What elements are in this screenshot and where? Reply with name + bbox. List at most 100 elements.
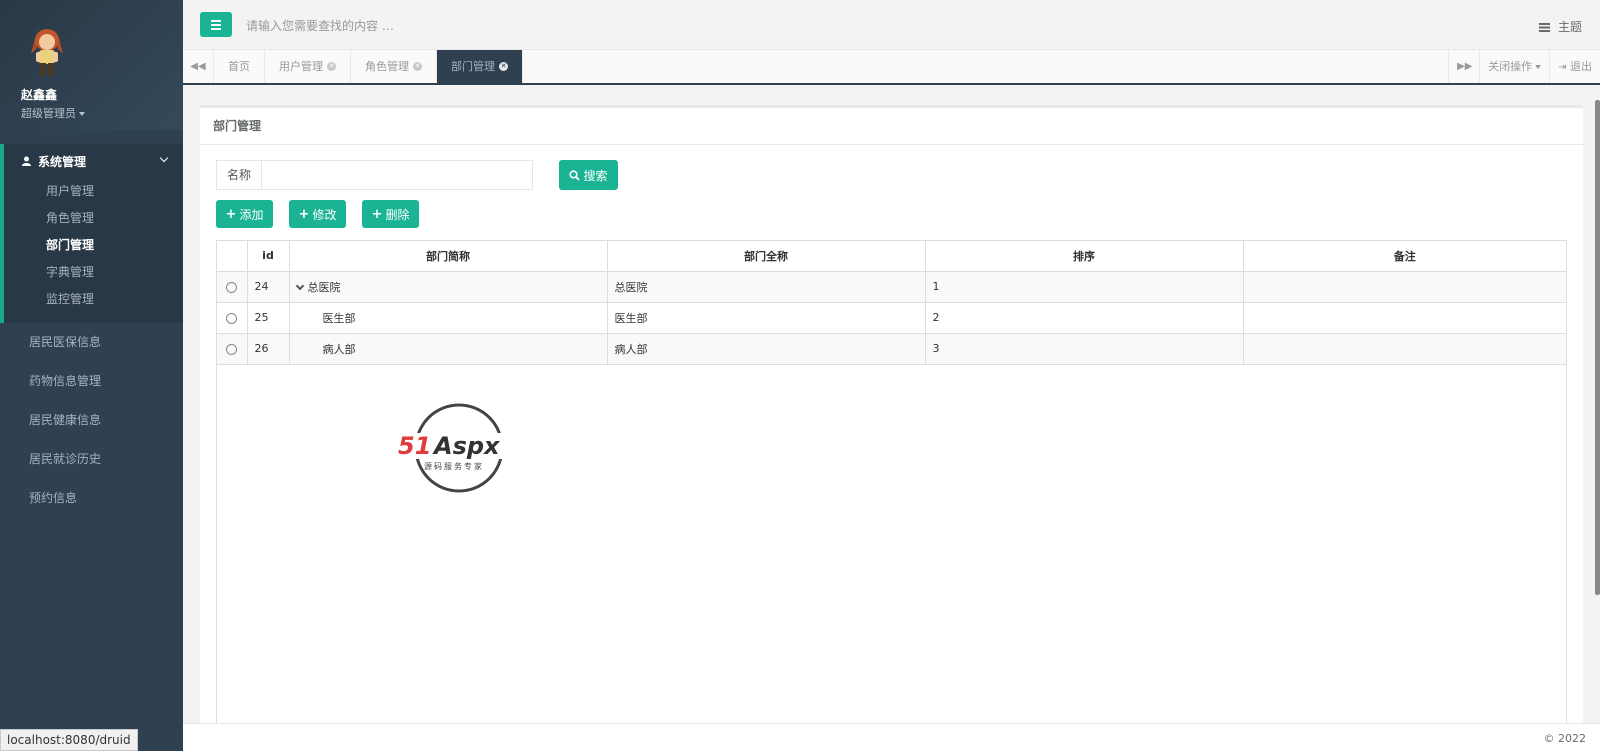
close-operations-label: 关闭操作 <box>1488 60 1533 73</box>
user-role-label: 超级管理员 <box>21 107 76 120</box>
column-header-remark[interactable]: 备注 <box>1243 241 1566 272</box>
search-button[interactable]: 搜索 <box>559 160 618 190</box>
sidebar-item-monitor[interactable]: 监控管理 <box>4 286 183 313</box>
menu-toggle-button[interactable] <box>200 12 232 37</box>
topbar: 请输入您需要查找的内容 … 主题 <box>183 0 1600 50</box>
cell-short-name: 医生部 <box>289 302 608 334</box>
cell-order: 1 <box>925 271 1244 303</box>
tab-label: 首页 <box>228 60 250 73</box>
tab-scroll-right-button[interactable]: ▶▶ <box>1448 50 1479 83</box>
top-search-input[interactable]: 请输入您需要查找的内容 … <box>246 17 394 34</box>
watermark-tagline: 源码服务专家 <box>424 462 484 471</box>
cell-id: 25 <box>247 302 290 334</box>
edit-button[interactable]: + 修改 <box>289 200 346 228</box>
search-row: 名称 搜索 <box>216 160 618 190</box>
select-column-header <box>217 241 248 272</box>
close-icon[interactable]: ✕ <box>327 62 336 71</box>
search-icon <box>569 169 581 181</box>
sidebar-item-insurance[interactable]: 居民医保信息 <box>0 323 183 362</box>
hamburger-icon <box>211 20 221 22</box>
table-row[interactable]: 25 医生部 医生部 2 <box>217 302 1566 334</box>
tab-label: 角色管理 <box>365 60 409 73</box>
logout-button[interactable]: ⇥ 退出 <box>1549 50 1600 83</box>
logout-label: 退出 <box>1570 60 1592 73</box>
caret-down-icon <box>79 112 85 116</box>
action-row: + 添加 + 修改 + 删除 <box>216 200 419 228</box>
tab-actions: ▶▶ 关闭操作 ⇥ 退出 <box>1448 50 1600 83</box>
cell-short-name: 总医院 <box>289 271 608 303</box>
department-panel: 部门管理 名称 搜索 + 添加 + 修改 + 删除 id 部门简称 部门全称 排… <box>200 105 1583 723</box>
column-header-order[interactable]: 排序 <box>925 241 1244 272</box>
row-radio[interactable] <box>226 312 238 324</box>
table-row[interactable]: 26 病人部 病人部 3 <box>217 333 1566 365</box>
tab-home[interactable]: 首页 <box>214 50 265 83</box>
sidebar-item-users[interactable]: 用户管理 <box>4 178 183 205</box>
cell-remark <box>1243 302 1566 334</box>
table-row[interactable]: 24 总医院 总医院 1 <box>217 271 1566 303</box>
caret-down-icon <box>1535 65 1542 69</box>
tab-roles[interactable]: 角色管理 ✕ <box>351 50 437 83</box>
tab-label: 用户管理 <box>279 60 323 73</box>
panel-title: 部门管理 <box>200 108 1583 145</box>
tabs: 首页 用户管理 ✕ 角色管理 ✕ 部门管理 ✕ <box>214 50 523 83</box>
row-select-cell <box>217 302 248 334</box>
row-radio[interactable] <box>226 281 238 293</box>
name-search-input[interactable] <box>262 161 532 189</box>
tab-label: 部门管理 <box>451 60 495 73</box>
sidebar-item-drugs[interactable]: 药物信息管理 <box>0 362 183 401</box>
sign-out-icon: ⇥ <box>1558 62 1567 73</box>
delete-button[interactable]: + 删除 <box>362 200 419 228</box>
tab-departments[interactable]: 部门管理 ✕ <box>437 50 523 83</box>
sidebar-item-departments[interactable]: 部门管理 <box>4 232 183 259</box>
plus-icon: + <box>298 206 310 222</box>
cell-remark <box>1243 271 1566 303</box>
cell-id: 24 <box>247 271 290 303</box>
table-header-row: id 部门简称 部门全称 排序 备注 <box>217 241 1566 272</box>
close-icon[interactable]: ✕ <box>499 62 508 71</box>
sidebar-item-visits[interactable]: 居民就诊历史 <box>0 440 183 479</box>
chevron-down-icon[interactable] <box>295 281 304 290</box>
close-icon[interactable]: ✕ <box>413 62 422 71</box>
svg-text:51: 51 <box>398 432 431 460</box>
page-scrollbar[interactable] <box>1595 100 1600 595</box>
edit-button-label: 修改 <box>312 207 337 222</box>
cell-id: 26 <box>247 333 290 365</box>
column-header-full-name[interactable]: 部门全称 <box>607 241 926 272</box>
column-header-short-name[interactable]: 部门简称 <box>289 241 608 272</box>
sidebar-item-roles[interactable]: 角色管理 <box>4 205 183 232</box>
add-button-label: 添加 <box>239 207 264 222</box>
tabs-bar: ◀◀ 首页 用户管理 ✕ 角色管理 ✕ 部门管理 ✕ ▶▶ 关闭操作 ⇥ 退出 <box>183 50 1600 85</box>
sidebar-item-dictionary[interactable]: 字典管理 <box>4 259 183 286</box>
menu-group-system-header[interactable]: 系统管理 <box>4 144 183 178</box>
row-radio[interactable] <box>226 343 238 355</box>
sidebar-item-health[interactable]: 居民健康信息 <box>0 401 183 440</box>
user-icon <box>22 156 31 166</box>
search-button-label: 搜索 <box>583 168 608 183</box>
row-select-cell <box>217 333 248 365</box>
forward-icon: ▶▶ <box>1457 61 1473 72</box>
close-operations-dropdown[interactable]: 关闭操作 <box>1479 50 1549 83</box>
delete-button-label: 删除 <box>385 207 410 222</box>
browser-status-url: localhost:8080/druid <box>0 729 138 751</box>
row-select-cell <box>217 271 248 303</box>
tab-users[interactable]: 用户管理 ✕ <box>265 50 351 83</box>
user-name: 赵鑫鑫 <box>21 88 58 102</box>
copyright: © 2022 <box>1543 732 1587 745</box>
hamburger-icon-line <box>211 28 221 30</box>
hamburger-icon-line <box>211 24 221 26</box>
cell-full-name: 病人部 <box>607 333 926 365</box>
cell-order: 2 <box>925 302 1244 334</box>
add-button[interactable]: + 添加 <box>216 200 273 228</box>
user-role-dropdown[interactable]: 超级管理员 <box>21 105 183 121</box>
column-header-id[interactable]: id <box>247 241 290 272</box>
svg-text:Aspx: Aspx <box>432 432 501 460</box>
tab-scroll-left-button[interactable]: ◀◀ <box>183 50 214 83</box>
plus-icon: + <box>371 206 383 222</box>
avatar[interactable] <box>25 26 71 80</box>
theme-button[interactable]: 主题 <box>1539 18 1582 35</box>
chevron-down-icon <box>159 153 169 163</box>
sidebar-item-appointments[interactable]: 预约信息 <box>0 479 183 518</box>
sidebar: 赵鑫鑫 超级管理员 系统管理 用户管理 角色管理 部门管理 字典管理 监控管理 … <box>0 0 183 751</box>
tasks-icon <box>1539 23 1551 32</box>
plus-icon: + <box>225 206 237 222</box>
